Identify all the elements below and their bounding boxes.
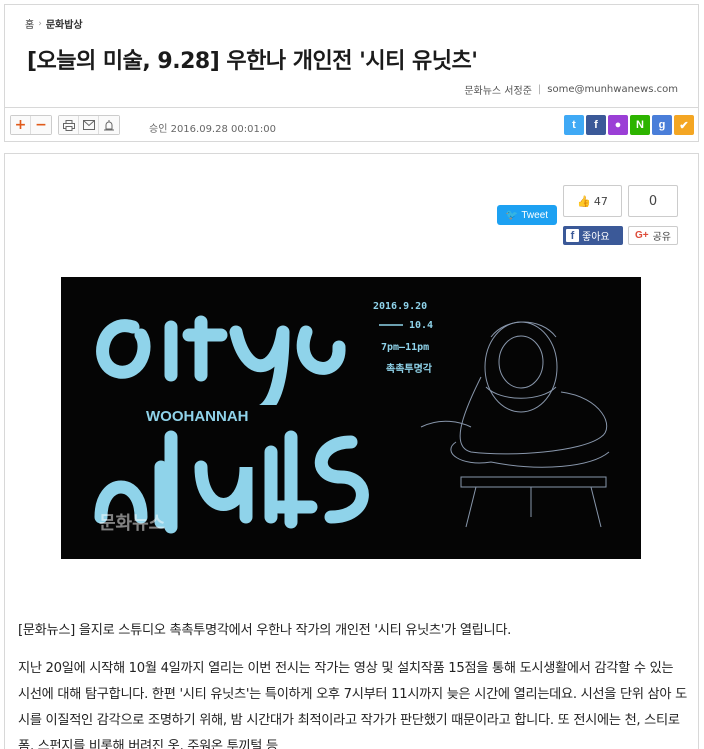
chevron-right-icon: › [38,18,42,29]
twitter-share-icon[interactable]: t [564,115,584,135]
exhibition-poster: WOOHANNAH 2016.9.20 10.4 7pm–11pm 촉촉투명각 … [61,277,641,559]
author-email[interactable]: some@munhwanews.com [547,84,678,95]
gplus-share-button[interactable]: G+ 공유 [628,226,678,245]
divider: | [537,84,542,95]
fb-count: 47 [593,194,608,208]
facebook-icon: f [566,229,579,242]
font-decrease-button[interactable]: − [31,116,51,134]
poster-dates: 2016.9.20 [373,301,427,312]
fb-like-label: 좋아요 [582,232,610,243]
poster-dates-end: 10.4 [409,320,433,331]
facebook-like-count: 👍 47 [563,185,622,217]
tweet-label: Tweet [521,209,549,221]
facebook-like-button[interactable]: f 좋아요 [563,226,623,245]
poster-artwork: WOOHANNAH 2016.9.20 10.4 7pm–11pm 촉촉투명각 … [94,301,610,534]
font-increase-button[interactable]: + [11,116,31,134]
google-plus-icon: G+ [634,230,649,241]
print-icon[interactable] [59,116,79,134]
watermark: 문화뉴스 [99,513,165,533]
article-paragraph-2: 지난 20일에 시작해 10월 4일까지 열리는 이번 전시는 작가는 영상 및… [18,661,687,749]
breadcrumb-home[interactable]: 홈 [25,16,34,31]
gplus-label: 공유 [652,232,672,243]
bookmark-share-icon[interactable]: ✔ [674,115,694,135]
article-toolbar: + − 승인 2016.09.28 00:01:00 t f ● Ng ✔ [4,108,699,142]
thumbs-up-icon: 👍 [577,194,591,208]
tweet-button[interactable]: 🐦 Tweet [497,205,557,225]
breadcrumb-section[interactable]: 문화밥상 [46,16,83,31]
naver-share-icon[interactable]: N [630,115,650,135]
facebook-share-icon[interactable]: f [586,115,606,135]
article-header: 홈 › 문화밥상 [오늘의 미술, 9.28] 우한나 개인전 '시티 유닛츠'… [4,4,699,108]
breadcrumb: 홈 › 문화밥상 [25,16,83,32]
byline: 문화뉴스 서정준 | some@munhwanews.com [464,82,678,97]
font-size-controls: + − [10,115,52,135]
email-icon[interactable] [79,116,99,134]
share-icons: t f ● Ng ✔ [564,115,694,135]
figure-sculpture [420,321,610,528]
google-share-icon[interactable]: g [652,115,672,135]
article-paragraph-1: [문화뉴스] 을지로 스튜디오 촉촉투명각에서 우한나 작가의 개인전 '시티 … [18,623,512,638]
report-icon[interactable] [99,116,119,134]
kakaostory-share-icon[interactable]: ● [608,115,628,135]
publish-date: 승인 2016.09.28 00:01:00 [149,124,276,135]
poster-venue: 촉촉투명각 [386,362,433,375]
author-name: 문화뉴스 서정준 [464,86,532,97]
article-tools [58,115,120,135]
page-title: [오늘의 미술, 9.28] 우한나 개인전 '시티 유닛츠' [27,49,478,74]
poster-time: 7pm–11pm [381,342,429,353]
gplus-count: 0 [628,185,678,217]
poster-artist: WOOHANNAH [146,408,249,425]
twitter-icon: 🐦 [505,209,519,221]
